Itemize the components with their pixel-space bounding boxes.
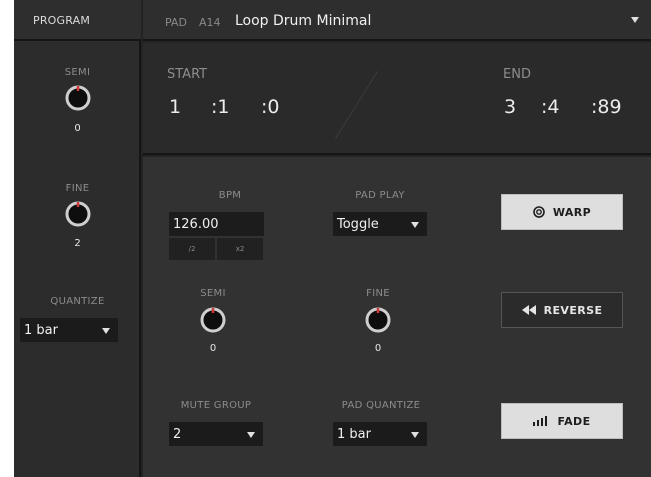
program-quantize-value: 1 bar xyxy=(24,323,58,338)
pad-quantize-label: PAD QUANTIZE xyxy=(341,400,421,411)
start-ticks[interactable]: :0 xyxy=(261,96,280,118)
pad-play-value: Toggle xyxy=(337,217,379,232)
pad-play-label: PAD PLAY xyxy=(355,190,405,201)
program-semi-label: SEMI xyxy=(64,67,91,78)
pad-quantize-select[interactable]: 1 bar xyxy=(333,422,427,446)
pad-play-select[interactable]: Toggle xyxy=(333,212,427,236)
reverse-icon xyxy=(521,305,536,315)
bpm-half-button[interactable]: /2 xyxy=(169,238,215,260)
pad-semi-label: SEMI xyxy=(200,288,226,299)
program-fine-label: FINE xyxy=(65,183,90,194)
mute-group-value: 2 xyxy=(173,427,182,442)
reverse-label: REVERSE xyxy=(543,303,603,317)
program-quantize-select[interactable]: 1 bar xyxy=(20,318,118,342)
pad-semi-value: 0 xyxy=(209,343,217,354)
bpm-double-button[interactable]: x2 xyxy=(217,238,263,260)
fade-icon xyxy=(533,416,548,426)
pad-settings-panel: BPM 126.00 /2 x2 PAD PLAY Toggle SEMI 0 … xyxy=(143,157,651,477)
warp-button[interactable]: WARP xyxy=(501,194,623,230)
bpm-field[interactable]: 126.00 xyxy=(169,212,264,236)
bpm-label: BPM xyxy=(218,190,242,201)
program-fine-value: 2 xyxy=(74,238,81,249)
end-bars[interactable]: 3 xyxy=(504,96,516,118)
start-beats[interactable]: :1 xyxy=(211,96,230,118)
chevron-down-icon xyxy=(102,328,110,334)
program-semi-value: 0 xyxy=(74,123,81,134)
program-header: PROGRAM xyxy=(14,0,141,41)
divider-slash xyxy=(334,70,379,140)
pad-selector-bar[interactable]: PAD A14 Loop Drum Minimal xyxy=(143,0,651,41)
end-beats[interactable]: :4 xyxy=(541,96,560,118)
pad-semi-knob[interactable] xyxy=(199,306,227,334)
pad-fine-value: 0 xyxy=(374,343,382,354)
chevron-down-icon xyxy=(411,432,419,438)
reverse-button[interactable]: REVERSE xyxy=(501,292,623,328)
program-fine-knob[interactable] xyxy=(64,200,92,228)
pad-fine-knob[interactable] xyxy=(364,306,392,334)
pad-fine-label: FINE xyxy=(366,288,390,299)
mute-group-label: MUTE GROUP xyxy=(180,400,252,411)
pad-id: A14 xyxy=(199,16,221,29)
pad-label: PAD xyxy=(165,16,187,29)
end-ticks[interactable]: :89 xyxy=(591,96,622,118)
bpm-value: 126.00 xyxy=(173,217,219,232)
chevron-down-icon xyxy=(411,222,419,228)
program-semi-knob[interactable] xyxy=(64,84,92,112)
pad-name: Loop Drum Minimal xyxy=(235,13,372,29)
warp-label: WARP xyxy=(552,205,592,219)
mute-group-select[interactable]: 2 xyxy=(169,422,263,446)
fade-label: FADE xyxy=(557,414,591,428)
chevron-down-icon[interactable] xyxy=(631,17,639,23)
start-bars[interactable]: 1 xyxy=(169,96,181,118)
pad-quantize-value: 1 bar xyxy=(337,427,371,442)
start-label: START xyxy=(167,67,208,82)
program-panel: PROGRAM SEMI 0 FINE 2 QUANTIZE 1 bar xyxy=(14,0,141,477)
chevron-down-icon xyxy=(247,432,255,438)
warp-icon xyxy=(533,206,545,218)
end-label: END xyxy=(503,67,531,82)
start-end-section: START 1 :1 :0 END 3 :4 :89 xyxy=(143,43,651,155)
fade-button[interactable]: FADE xyxy=(501,403,623,439)
program-quantize-label: QUANTIZE xyxy=(50,296,105,307)
program-title: PROGRAM xyxy=(33,14,91,27)
